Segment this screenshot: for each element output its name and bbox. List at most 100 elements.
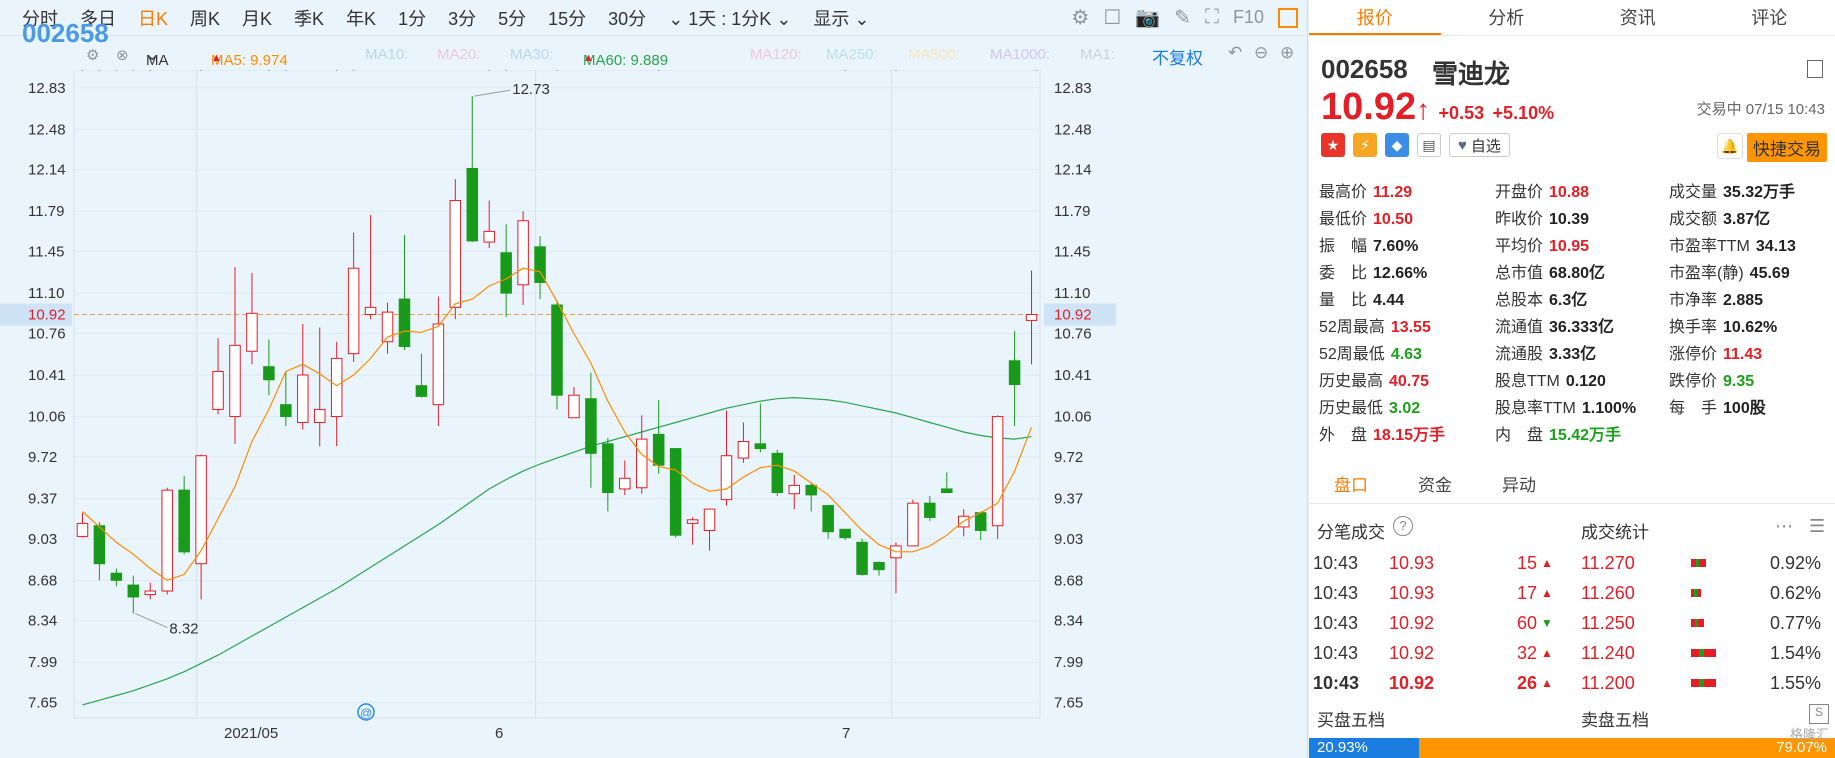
sidebar-toggle-icon[interactable] bbox=[1278, 7, 1298, 28]
period-tab-7[interactable]: 1分 bbox=[398, 5, 426, 31]
ma-settings-icon[interactable]: ⚙ bbox=[86, 46, 99, 64]
period-tab-10[interactable]: 15分 bbox=[548, 5, 586, 31]
settings-icon[interactable]: ⚙ bbox=[1071, 5, 1089, 30]
tick-time: 10:43 bbox=[1313, 642, 1359, 663]
period-tab-11[interactable]: 30分 bbox=[608, 5, 646, 31]
camera-icon[interactable]: 📷 bbox=[1135, 5, 1160, 30]
period-tab-5[interactable]: 季K bbox=[294, 5, 324, 31]
zoom-out-icon[interactable]: ⊖ bbox=[1254, 43, 1268, 63]
candle-body bbox=[635, 438, 648, 489]
quote-cell: 历史最低 3.02 bbox=[1319, 394, 1495, 418]
quote-tab-0[interactable]: 报价 bbox=[1309, 0, 1441, 35]
candle-body bbox=[364, 306, 377, 315]
quote-tab-1[interactable]: 分析 bbox=[1441, 0, 1573, 35]
stats-bar bbox=[1691, 589, 1741, 597]
china-flag-icon[interactable]: ★ bbox=[1321, 133, 1345, 157]
period-tab-2[interactable]: 日K bbox=[138, 5, 168, 31]
candle-body bbox=[398, 298, 411, 348]
depth-tab-0[interactable]: 盘口 bbox=[1309, 468, 1393, 503]
up-triangle-icon: ▲ bbox=[1541, 586, 1553, 600]
bookmark-icon[interactable] bbox=[1807, 60, 1823, 78]
ma120-label: MA120: bbox=[750, 46, 802, 63]
high-annotation: 12.73 bbox=[512, 81, 550, 98]
quote-label: 市盈率(静) bbox=[1669, 264, 1744, 282]
candle-body bbox=[619, 477, 631, 490]
quote-value: 1.100% bbox=[1581, 399, 1637, 417]
undo-icon[interactable]: ↶ bbox=[1228, 43, 1242, 63]
quote-tab-3[interactable]: 评论 bbox=[1704, 0, 1835, 35]
display-menu[interactable]: 显示 ⌄ bbox=[813, 5, 869, 31]
ma-close-icon[interactable]: ⊗ bbox=[116, 46, 129, 64]
tag-icon[interactable]: ◆ bbox=[1385, 133, 1409, 157]
list-icon[interactable]: ☰ bbox=[1809, 516, 1825, 537]
quote-cell: 市盈率(静) 45.69 bbox=[1669, 259, 1829, 283]
quote-cell: 市净率 2.885 bbox=[1669, 286, 1829, 310]
ma-type-select[interactable]: MA ⌄ bbox=[146, 46, 169, 69]
quote-row: 量 比 4.44 总股本 6.3亿 市净率 2.885 bbox=[1319, 284, 1829, 311]
quote-cell: 跌停价 9.35 bbox=[1669, 367, 1829, 391]
quote-cell: 股息率TTM 1.100% bbox=[1495, 394, 1669, 418]
more-icon[interactable]: ⋯ bbox=[1775, 516, 1793, 537]
candle-body bbox=[551, 304, 563, 396]
y-tick-label-left: 10.76 bbox=[28, 325, 66, 342]
quote-code: 002658 bbox=[1321, 54, 1408, 84]
quick-trade-button[interactable]: 快捷交易 bbox=[1747, 133, 1827, 162]
ma1-label: MA1: bbox=[1080, 46, 1116, 63]
quote-row: 历史最高 40.75 股息TTM 0.120 跌停价 9.35 bbox=[1319, 365, 1829, 392]
watchlist-button[interactable]: ♥ 自选 bbox=[1449, 133, 1510, 157]
ma5-value: MA5: 9.974 bbox=[211, 52, 288, 69]
candle-body bbox=[686, 519, 699, 524]
book-toggle-icon[interactable]: S bbox=[1809, 704, 1829, 724]
stats-bar bbox=[1691, 619, 1741, 627]
tick-time: 10:43 bbox=[1313, 552, 1359, 573]
y-tick-label-left: 7.65 bbox=[28, 695, 57, 712]
fullscreen-icon[interactable]: ⛶ bbox=[1205, 6, 1219, 29]
quote-cell: 换手率 10.62% bbox=[1669, 313, 1829, 337]
depth-tab-2[interactable]: 异动 bbox=[1477, 468, 1561, 503]
candle-body bbox=[144, 590, 157, 596]
pen-icon[interactable]: ✎ bbox=[1174, 5, 1191, 30]
quote-cell: 内 盘 15.42万手 bbox=[1495, 421, 1669, 445]
quote-tab-2[interactable]: 资讯 bbox=[1572, 0, 1704, 35]
period-tab-6[interactable]: 年K bbox=[346, 5, 376, 31]
candle-body bbox=[161, 489, 173, 592]
period-tab-3[interactable]: 周K bbox=[190, 5, 220, 31]
ma250-label: MA250: bbox=[826, 46, 878, 63]
quote-label: 量 比 bbox=[1319, 291, 1368, 309]
quote-label: 内 盘 bbox=[1495, 426, 1544, 444]
quote-cell: 流通股 3.33亿 bbox=[1495, 340, 1669, 364]
period-tab-9[interactable]: 5分 bbox=[498, 5, 526, 31]
frame-icon[interactable]: ☐ bbox=[1103, 5, 1121, 30]
adjust-toggle[interactable]: 不复权 bbox=[1152, 44, 1203, 69]
f10-button[interactable]: F10 bbox=[1233, 7, 1264, 28]
quote-label: 总市值 bbox=[1495, 264, 1544, 282]
stats-bar bbox=[1691, 679, 1741, 687]
candle-body bbox=[415, 385, 428, 397]
candle-body bbox=[347, 267, 360, 355]
lightning-icon[interactable]: ⚡ bbox=[1353, 133, 1377, 157]
zoom-in-icon[interactable]: ⊕ bbox=[1280, 43, 1294, 63]
quote-cell: 外 盘 18.15万手 bbox=[1319, 421, 1495, 445]
period-tab-4[interactable]: 月K bbox=[242, 5, 272, 31]
ma30-label: MA30: bbox=[510, 46, 554, 63]
help-icon[interactable]: ? bbox=[1393, 516, 1413, 536]
quote-label: 平均价 bbox=[1495, 237, 1544, 255]
range-select[interactable]: ⌄ 1天 : 1分K ⌄ bbox=[668, 5, 791, 31]
quote-label: 成交额 bbox=[1669, 210, 1718, 228]
app-window: 002658 分时 多日 日K 周K 月K 季K 年K 1分 3分 5分 15分 30分 ⌄ 1天 :… bbox=[0, 0, 1835, 758]
quote-cell: 委 比 12.66% bbox=[1319, 259, 1495, 283]
note-icon[interactable]: ▤ bbox=[1417, 133, 1441, 157]
candlestick-chart[interactable]: 12.83 12.83 12.48 12.48 12.14 12.14 11.79 11.79… bbox=[0, 70, 1308, 758]
quote-value: 9.35 bbox=[1723, 372, 1755, 390]
quote-cell: 流通值 36.333亿 bbox=[1495, 313, 1669, 337]
candle-body bbox=[263, 366, 275, 381]
quote-label: 市净率 bbox=[1669, 291, 1718, 309]
tick-price: 10.92 bbox=[1389, 642, 1435, 663]
candle-body bbox=[280, 404, 292, 418]
bell-icon[interactable]: 🔔 bbox=[1717, 133, 1743, 159]
candle-body bbox=[703, 508, 716, 531]
y-tick-label-right: 11.79 bbox=[1054, 203, 1090, 220]
period-tab-8[interactable]: 3分 bbox=[448, 5, 476, 31]
candle-body bbox=[652, 433, 665, 466]
depth-tab-1[interactable]: 资金 bbox=[1393, 468, 1477, 503]
